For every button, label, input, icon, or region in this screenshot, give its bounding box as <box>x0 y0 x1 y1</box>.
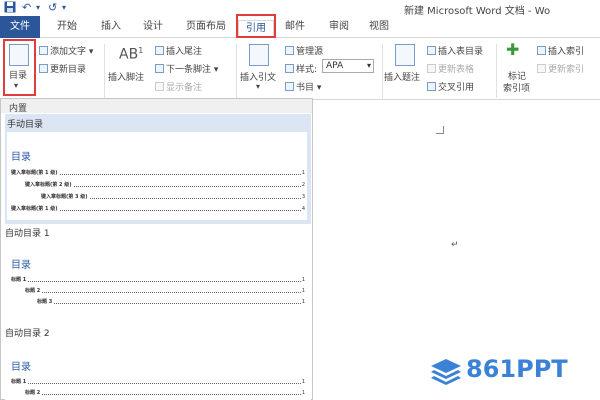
tab-mailings[interactable]: 邮件 <box>280 19 310 36</box>
manage-sources-label: 管理源 <box>296 47 324 57</box>
bibliography-label: 书目 ▾ <box>296 83 322 93</box>
toc-preview-line: 标题 21 <box>25 287 305 295</box>
toc-option-manual[interactable]: 手动目录 目录 键入章标题(第 1 级) 1 键入章标题(第 2 级) 2 键入章标… <box>5 114 311 224</box>
update-index-icon <box>537 64 546 73</box>
mark-entry-icon: ✚ <box>506 40 520 59</box>
toc-option-automatic-2[interactable]: 自动目录 2 目录 标题 11 标题 21 <box>5 326 311 400</box>
toc-preview: 目录 标题 11 标题 21 <box>7 340 307 400</box>
insert-index-icon <box>537 46 546 55</box>
next-footnote-label: 下一条脚注 ▾ <box>166 65 219 75</box>
window-title: 新建 Microsoft Word 文档 - Wo <box>404 6 551 17</box>
insert-citation-icon <box>249 44 269 66</box>
insert-endnote-label: 插入尾注 <box>166 47 203 57</box>
show-notes-icon <box>155 82 164 91</box>
title-bar: ↶ ▾ ↺ ▾ 新建 Microsoft Word 文档 - Wo <box>0 0 600 17</box>
group-separator <box>496 44 497 98</box>
paragraph-mark: ↵ <box>451 240 459 250</box>
insert-index-label: 插入索引 <box>548 47 585 57</box>
style-select[interactable]: APA ▾ <box>322 59 374 73</box>
ribbon-tabs: 文件 开始 插入 设计 页面布局 引用 邮件 审阅 视图 <box>0 16 600 39</box>
cross-reference-label: 交叉引用 <box>438 83 475 93</box>
save-icon[interactable] <box>4 1 16 16</box>
chevron-down-icon: ▾ <box>366 61 371 70</box>
add-text-label: 添加文字 ▾ <box>50 47 94 57</box>
toc-preview-line: 标题 31 <box>37 298 305 306</box>
watermark-text: 861PPT <box>466 355 568 383</box>
tab-home[interactable]: 开始 <box>50 19 84 36</box>
update-toc-label: 更新目录 <box>50 65 87 75</box>
toc-gallery-dropdown: 内置 手动目录 目录 键入章标题(第 1 级) 1 键入章标题(第 2 级) 2 键… <box>0 98 313 400</box>
show-notes-button[interactable]: 显示备注 <box>155 80 202 93</box>
toc-preview-line: 标题 11 <box>11 378 305 386</box>
undo-icon[interactable]: ↶ <box>22 1 31 14</box>
endnote-icon <box>155 46 164 55</box>
toc-option-automatic-1[interactable]: 自动目录 1 目录 标题 11 标题 21 标题 31 <box>5 226 311 324</box>
next-footnote-button[interactable]: 下一条脚注 ▾ <box>155 62 218 75</box>
update-table-label: 更新表格 <box>438 65 475 75</box>
insert-index-button[interactable]: 插入索引 <box>537 44 584 57</box>
toc-option-title: 自动目录 1 <box>5 229 50 239</box>
tab-page-layout[interactable]: 页面布局 <box>180 19 232 36</box>
toc-preview-line: 键入章标题(第 1 级) 4 <box>11 205 305 213</box>
toc-option-title: 自动目录 2 <box>5 329 50 339</box>
layers-icon <box>431 359 461 385</box>
add-text-button[interactable]: 添加文字 ▾ <box>39 44 93 57</box>
bibliography-icon <box>285 82 294 91</box>
cross-reference-button[interactable]: 交叉引用 <box>427 80 474 93</box>
toc-preview-line: 键入章标题(第 1 级) 1 <box>11 169 305 177</box>
insert-endnote-button[interactable]: 插入尾注 <box>155 44 202 57</box>
toc-preview-heading: 目录 <box>11 260 31 271</box>
tab-view[interactable]: 视图 <box>362 19 396 36</box>
toc-preview-heading: 目录 <box>11 152 31 163</box>
update-index-button[interactable]: 更新索引 <box>537 62 584 75</box>
group-separator <box>104 44 105 98</box>
toc-preview: 目录 键入章标题(第 1 级) 1 键入章标题(第 2 级) 2 键入章标题(第 3… <box>7 132 307 220</box>
insert-caption-button[interactable]: 插入题注 <box>384 70 420 83</box>
toc-preview: 目录 标题 11 标题 21 标题 31 <box>7 240 307 324</box>
toc-preview-line: 键入章标题(第 2 级) 2 <box>25 181 305 189</box>
insert-table-of-figures-label: 插入表目录 <box>438 47 484 57</box>
tab-review[interactable]: 审阅 <box>322 19 356 36</box>
group-separator <box>382 44 383 98</box>
customize-toolbar-icon[interactable]: ▾ <box>62 3 66 12</box>
insert-footnote-button[interactable]: 插入脚注 <box>108 70 144 83</box>
tab-design[interactable]: 设计 <box>136 19 170 36</box>
group-separator <box>236 44 237 98</box>
margin-corner-marker <box>436 126 444 134</box>
show-notes-label: 显示备注 <box>166 83 203 93</box>
toc-preview-line: 键入章标题(第 3 级) 3 <box>41 193 305 201</box>
next-footnote-icon <box>155 64 164 73</box>
bibliography-button[interactable]: 书目 ▾ <box>285 80 321 93</box>
add-text-icon <box>39 46 48 55</box>
toc-preview-line: 标题 11 <box>11 276 305 284</box>
insert-citation-dropdown-icon[interactable]: ▾ <box>256 82 260 91</box>
update-table-button[interactable]: 更新表格 <box>427 62 474 75</box>
insert-footnote-icon: AB1 <box>119 46 144 63</box>
style-icon <box>285 64 294 73</box>
insert-caption-icon <box>395 44 415 66</box>
tab-insert[interactable]: 插入 <box>94 19 128 36</box>
undo-dropdown-icon[interactable]: ▾ <box>36 3 40 12</box>
toc-preview-heading: 目录 <box>11 362 31 373</box>
update-index-label: 更新索引 <box>548 65 585 75</box>
redo-icon[interactable]: ↺ <box>48 1 57 14</box>
watermark-logo: 861PPT <box>430 355 595 385</box>
toc-preview-line: 标题 21 <box>25 389 305 397</box>
gallery-header: 内置 <box>1 99 312 114</box>
manage-sources-button[interactable]: 管理源 <box>285 44 323 57</box>
tab-highlight-box <box>236 14 276 38</box>
manage-sources-icon <box>285 46 294 55</box>
table-of-figures-icon <box>427 46 436 55</box>
update-toc-button[interactable]: 更新目录 <box>39 62 86 75</box>
update-icon <box>39 64 48 73</box>
tab-file[interactable]: 文件 <box>0 16 40 38</box>
update-table-icon <box>427 64 436 73</box>
insert-table-of-figures-button[interactable]: 插入表目录 <box>427 44 483 57</box>
style-label: 样式: <box>285 62 317 75</box>
cross-reference-icon <box>427 82 436 91</box>
mark-entry-button-line2[interactable]: 索引项 <box>503 81 530 94</box>
toc-option-title: 手动目录 <box>7 120 44 130</box>
style-select-value: APA <box>326 61 344 71</box>
toc-highlight-box <box>3 39 36 96</box>
